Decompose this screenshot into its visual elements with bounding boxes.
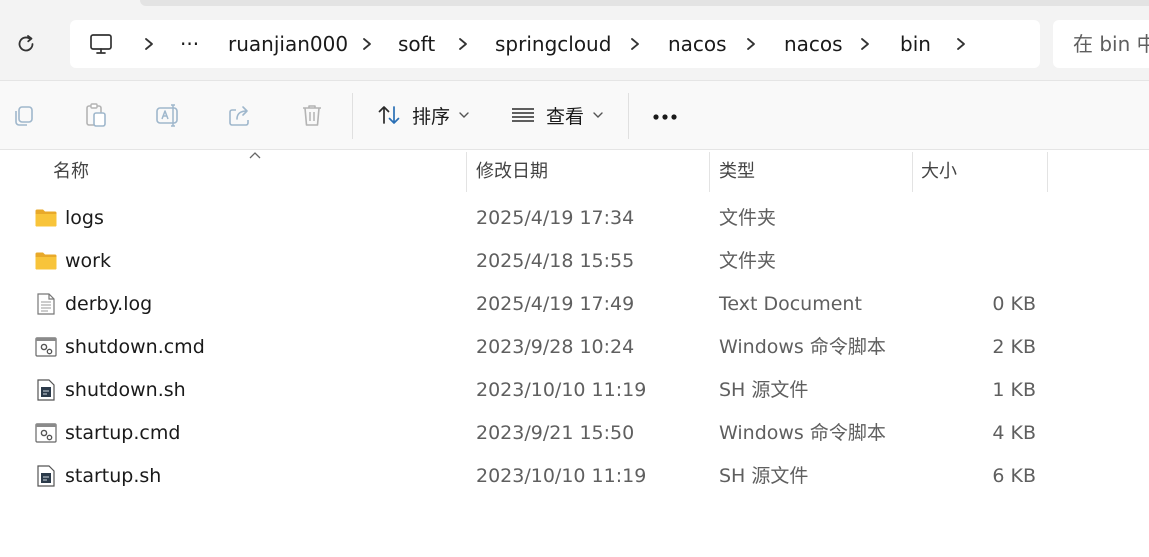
file-row[interactable]: startup.sh 2023/10/10 11:19 SH 源文件 6 KB (0, 455, 1149, 498)
chevron-down-icon (459, 112, 469, 118)
column-divider[interactable] (1047, 152, 1048, 192)
chevron-right-icon[interactable] (954, 36, 968, 52)
file-name[interactable]: derby.log (65, 283, 152, 326)
toolbar-separator (628, 93, 629, 139)
chevron-down-icon (593, 112, 603, 118)
file-type: SH 源文件 (719, 379, 809, 401)
chevron-right-icon[interactable] (360, 36, 374, 52)
file-type: 文件夹 (719, 250, 777, 272)
cmd-script-icon (34, 335, 58, 359)
paste-icon[interactable] (82, 101, 110, 129)
breadcrumb-item-bin[interactable]: bin (900, 20, 931, 68)
file-modified-date: 2025/4/18 15:55 (476, 250, 635, 272)
column-header: 名称 修改日期 类型 大小 (0, 150, 1149, 194)
column-name[interactable]: 名称 (53, 150, 89, 194)
view-button[interactable]: 查看 (510, 95, 604, 135)
file-name[interactable]: logs (65, 197, 104, 240)
sort-button[interactable]: 排序 (376, 95, 470, 135)
file-type: 文件夹 (719, 207, 777, 229)
file-modified-date: 2023/9/28 10:24 (476, 336, 635, 358)
file-row[interactable]: shutdown.cmd 2023/9/28 10:24 Windows 命令脚本 2… (0, 326, 1149, 369)
column-type[interactable]: 类型 (719, 150, 755, 194)
delete-icon[interactable] (298, 101, 326, 129)
column-divider[interactable] (709, 152, 710, 192)
share-icon[interactable] (226, 101, 254, 129)
address-bar[interactable]: ··· ruanjian000 soft springcloud nacos n… (70, 20, 1040, 68)
file-modified-date: 2025/4/19 17:34 (476, 207, 635, 229)
folder-icon (34, 206, 58, 230)
file-row[interactable]: derby.log 2025/4/19 17:49 Text Document 0 K… (0, 283, 1149, 326)
breadcrumb-item-nacos-2[interactable]: nacos (784, 20, 843, 68)
sh-file-icon (34, 464, 58, 488)
file-row[interactable]: logs 2025/4/19 17:34 文件夹 (0, 197, 1149, 240)
view-list-icon (512, 108, 534, 122)
column-modified[interactable]: 修改日期 (476, 150, 548, 194)
refresh-button[interactable] (10, 28, 42, 60)
file-row[interactable]: startup.cmd 2023/9/21 15:50 Windows 命令脚本 4 … (0, 412, 1149, 455)
tab-strip-edge (140, 0, 1149, 6)
file-modified-date: 2023/9/21 15:50 (476, 422, 635, 444)
breadcrumb-item-springcloud[interactable]: springcloud (495, 20, 611, 68)
chevron-right-icon[interactable] (456, 36, 470, 52)
file-modified-date: 2023/10/10 11:19 (476, 465, 647, 487)
file-type: Windows 命令脚本 (719, 336, 886, 358)
search-box[interactable]: 在 bin 中 (1053, 20, 1149, 68)
file-row[interactable]: work 2025/4/18 15:55 文件夹 (0, 240, 1149, 283)
copy-icon[interactable] (10, 101, 38, 129)
file-size: 4 KB (992, 422, 1036, 444)
chevron-right-icon[interactable] (744, 36, 758, 52)
breadcrumb-item-nacos[interactable]: nacos (668, 20, 727, 68)
file-size: 6 KB (992, 465, 1036, 487)
search-placeholder: 在 bin 中 (1073, 32, 1149, 56)
column-size[interactable]: 大小 (921, 150, 957, 194)
chevron-right-icon[interactable] (858, 36, 872, 52)
file-name[interactable]: work (65, 240, 111, 283)
toolbar-separator (352, 93, 353, 139)
sh-file-icon (34, 378, 58, 402)
rename-icon[interactable] (154, 101, 182, 129)
chevron-right-icon[interactable] (628, 36, 642, 52)
file-size: 2 KB (992, 336, 1036, 358)
more-options-icon[interactable] (648, 103, 688, 127)
file-modified-date: 2023/10/10 11:19 (476, 379, 647, 401)
sort-ascending-caret-icon (249, 152, 261, 159)
cmd-script-icon (34, 421, 58, 445)
breadcrumb-item-ruanjian000[interactable]: ruanjian000 (228, 20, 348, 68)
this-pc-icon[interactable] (88, 31, 114, 57)
file-type: Windows 命令脚本 (719, 422, 886, 444)
file-type: SH 源文件 (719, 465, 809, 487)
column-divider[interactable] (466, 152, 467, 192)
text-file-icon (34, 292, 58, 316)
chevron-right-icon[interactable] (142, 36, 156, 52)
view-label: 查看 (546, 105, 585, 128)
refresh-icon (18, 35, 34, 52)
folder-icon (34, 249, 58, 273)
file-name[interactable]: startup.sh (65, 455, 161, 498)
sort-icon (378, 106, 400, 124)
file-name[interactable]: shutdown.cmd (65, 326, 205, 369)
file-size: 0 KB (992, 293, 1036, 315)
column-divider[interactable] (912, 152, 913, 192)
file-name[interactable]: startup.cmd (65, 412, 180, 455)
file-modified-date: 2025/4/19 17:49 (476, 293, 635, 315)
file-name[interactable]: shutdown.sh (65, 369, 186, 412)
command-toolbar: 排序 查看 (0, 81, 1149, 150)
navigation-bar: ··· ruanjian000 soft springcloud nacos n… (0, 0, 1149, 81)
file-type: Text Document (719, 293, 862, 315)
sort-label: 排序 (412, 105, 451, 128)
file-row[interactable]: shutdown.sh 2023/10/10 11:19 SH 源文件 1 KB (0, 369, 1149, 412)
file-size: 1 KB (992, 379, 1036, 401)
breadcrumb-ellipsis[interactable]: ··· (180, 20, 199, 68)
breadcrumb-item-soft[interactable]: soft (398, 20, 435, 68)
